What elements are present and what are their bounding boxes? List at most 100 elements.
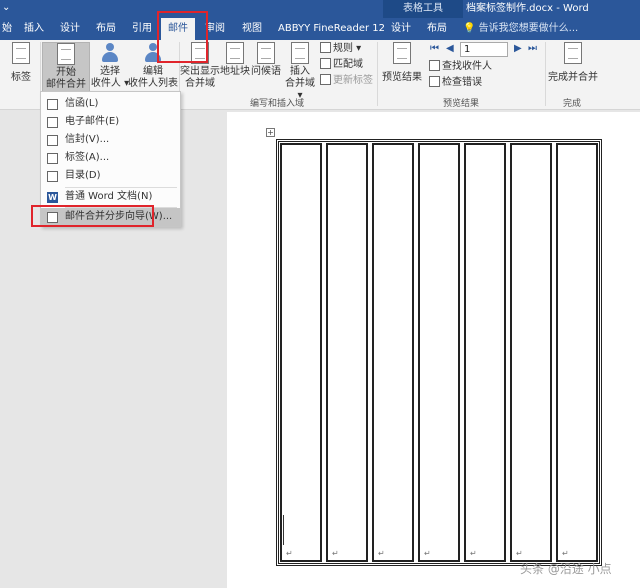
tab-table-layout[interactable]: 布局: [427, 18, 447, 40]
finish-merge-icon: [564, 42, 582, 64]
insert-merge-field-button[interactable]: 插入 合并域 ▾: [282, 42, 318, 102]
tell-me-placeholder: 告诉我您想要做什么...: [478, 23, 579, 34]
lightbulb-icon: 💡: [463, 23, 479, 34]
greeting-line-label: 问候语: [251, 66, 281, 77]
tell-me-box[interactable]: 💡 告诉我您想要做什么...: [463, 18, 578, 40]
finish-merge-button[interactable]: 完成并合并: [547, 42, 599, 84]
ribbon-tab-bar: 始 插入 设计 布局 引用 邮件 审阅 视图 ABBYY FineReader …: [0, 18, 640, 40]
preview-results-icon: [393, 42, 411, 64]
menu-item-email[interactable]: 电子邮件(E): [41, 113, 180, 131]
preview-results-label: 预览结果: [382, 72, 422, 83]
first-record-button[interactable]: ⏮: [430, 42, 439, 56]
check-errors-label: 检查错误: [442, 77, 482, 88]
paragraph-mark: ↵: [424, 549, 431, 558]
paragraph-mark: ↵: [378, 549, 385, 558]
record-number-input[interactable]: 1: [460, 42, 508, 57]
find-recipient-label: 查找收件人: [442, 61, 492, 72]
tab-home[interactable]: 始: [2, 18, 12, 40]
rules-icon: [320, 42, 331, 53]
group-label-write-insert: 编写和插入域: [250, 99, 305, 109]
highlight-line2: 合并域: [185, 78, 215, 89]
menu-item-letters[interactable]: 信函(L): [41, 95, 180, 113]
labels-button[interactable]: 标签: [4, 42, 38, 84]
table-move-handle[interactable]: +: [266, 128, 275, 137]
group-separator: [545, 42, 546, 106]
previous-record-button[interactable]: ◀: [446, 42, 454, 56]
tab-table-design[interactable]: 设计: [391, 18, 411, 40]
tab-design[interactable]: 设计: [60, 18, 80, 40]
table-column[interactable]: ↵: [464, 143, 506, 562]
table-column[interactable]: ↵: [556, 143, 598, 562]
tab-abbyy[interactable]: ABBYY FineReader 12: [278, 18, 385, 40]
paragraph-mark: ↵: [332, 549, 339, 558]
group-label-finish: 完成: [563, 99, 582, 109]
start-mail-merge-button[interactable]: 开始 邮件合并 ▾: [42, 42, 90, 102]
match-fields-icon: [320, 58, 331, 69]
check-errors-icon: [429, 76, 440, 87]
table-tools-context-label: 表格工具: [383, 0, 463, 18]
tab-layout[interactable]: 布局: [96, 18, 116, 40]
address-block-label: 地址块: [220, 66, 250, 77]
paragraph-mark: ↵: [562, 549, 569, 558]
preview-results-button[interactable]: 预览结果: [380, 42, 424, 84]
table-column[interactable]: ↵: [418, 143, 460, 562]
document-title: 档案标签制作.docx - Word: [466, 3, 589, 14]
recipients-icon: [99, 42, 121, 64]
greeting-line-button[interactable]: 问候语: [250, 42, 282, 78]
paragraph-mark: ↵: [470, 549, 477, 558]
tab-insert[interactable]: 插入: [24, 18, 44, 40]
directory-icon: [47, 171, 58, 182]
menu-item-labels[interactable]: 标签(A)...: [41, 149, 180, 167]
labels-button-label: 标签: [11, 72, 31, 83]
quick-access-toolbar[interactable]: ⌄: [2, 2, 10, 13]
greeting-line-icon: [257, 42, 275, 64]
update-labels-icon: [320, 74, 331, 85]
update-labels-button[interactable]: 更新标签: [320, 74, 373, 88]
label-table[interactable]: ↵ ↵ ↵ ↵ ↵ ↵ ↵: [276, 139, 602, 566]
watermark: 头条 @沿途 小点: [520, 562, 612, 576]
menu-item-label: 普通 Word 文档(N): [65, 191, 153, 202]
match-fields-label: 匹配域: [333, 59, 363, 70]
address-block-button[interactable]: 地址块: [220, 42, 250, 78]
next-record-button[interactable]: ▶: [514, 42, 522, 56]
menu-item-label: 信封(V)...: [65, 134, 110, 145]
labels-icon: [12, 42, 30, 64]
menu-item-directory[interactable]: 目录(D): [41, 167, 180, 185]
last-record-button[interactable]: ⏭: [528, 42, 537, 56]
rules-label: 规则 ▾: [333, 43, 362, 54]
word-icon: W: [47, 192, 58, 203]
envelope-icon: [47, 135, 58, 146]
paragraph-mark: ↵: [516, 549, 523, 558]
edit-list-line2: 收件人列表: [128, 78, 178, 89]
mailings-tab-highlight: [157, 11, 208, 63]
match-fields-button[interactable]: 匹配域: [320, 58, 363, 72]
menu-item-label: 信函(L): [65, 98, 99, 109]
start-mail-merge-icon: [57, 43, 75, 65]
select-recipients-button[interactable]: 选择 收件人 ▾: [90, 42, 130, 90]
finish-merge-label: 完成并合并: [548, 72, 598, 83]
table-column[interactable]: ↵: [326, 143, 368, 562]
insert-merge-field-icon: [291, 42, 309, 64]
table-column[interactable]: ↵: [280, 143, 322, 562]
paragraph-mark: ↵: [286, 549, 293, 558]
rules-button[interactable]: 规则 ▾: [320, 42, 361, 56]
tab-review[interactable]: 审阅: [205, 18, 225, 40]
menu-item-label: 标签(A)...: [65, 152, 110, 163]
highlight-line1: 突出显示: [180, 66, 220, 77]
tab-view[interactable]: 视图: [242, 18, 262, 40]
update-labels-label: 更新标签: [333, 75, 373, 86]
check-errors-button[interactable]: 检查错误: [429, 76, 482, 90]
table-column[interactable]: ↵: [510, 143, 552, 562]
table-column[interactable]: ↵: [372, 143, 414, 562]
email-icon: [47, 117, 58, 128]
menu-item-normal-word-document[interactable]: W 普通 Word 文档(N): [41, 188, 180, 206]
wizard-item-highlight: [31, 205, 154, 227]
tab-references[interactable]: 引用: [132, 18, 152, 40]
menu-item-label: 目录(D): [65, 170, 101, 181]
find-recipient-button[interactable]: 查找收件人: [429, 60, 492, 74]
menu-item-envelopes[interactable]: 信封(V)...: [41, 131, 180, 149]
text-cursor: [283, 515, 284, 545]
insert-field-line1: 插入: [290, 66, 310, 77]
title-bar: ⌄ 表格工具 档案标签制作.docx - Word: [0, 0, 640, 18]
select-recipients-line1: 选择: [100, 66, 120, 77]
